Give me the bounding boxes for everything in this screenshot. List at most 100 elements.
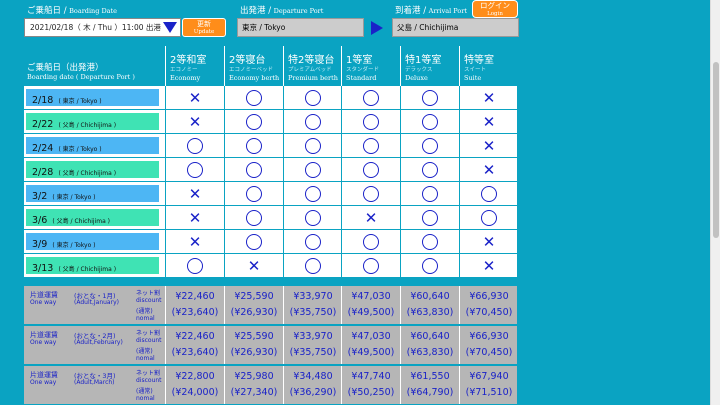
- available-cell[interactable]: [401, 86, 459, 110]
- discount-fare: ¥66,930: [469, 331, 509, 342]
- available-cell[interactable]: [342, 86, 400, 110]
- available-circle-icon: [363, 90, 379, 106]
- available-cell[interactable]: [460, 206, 518, 230]
- date-row: 2/24 ( 東京 / Tokyo ) ✕: [24, 134, 517, 158]
- arrival-port-select[interactable]: 父島 / Chichijima: [392, 18, 519, 37]
- available-cell[interactable]: [166, 254, 224, 278]
- fare-cell: ¥67,940 (¥71,510): [459, 366, 517, 404]
- available-cell[interactable]: [342, 182, 400, 206]
- available-cell[interactable]: [166, 134, 224, 158]
- arrival-label-jp: 到着港 /: [395, 6, 427, 16]
- available-cell[interactable]: [401, 206, 459, 230]
- date-button[interactable]: 2/28 ( 父島 / Chichijima ): [26, 161, 159, 178]
- available-cell[interactable]: [401, 182, 459, 206]
- available-circle-icon: [422, 186, 438, 202]
- discount-fare: ¥22,460: [175, 291, 215, 302]
- available-cell[interactable]: [342, 254, 400, 278]
- date-button[interactable]: 3/9 ( 東京 / Tokyo ): [26, 233, 159, 250]
- fare-cell: ¥61,550 (¥64,790): [400, 366, 458, 404]
- available-cell[interactable]: [284, 254, 342, 278]
- normal-fare: (¥50,250): [347, 387, 395, 398]
- available-circle-icon: [422, 234, 438, 250]
- login-button[interactable]: ログイン Login: [472, 0, 518, 18]
- normal-fare: (¥26,930): [230, 307, 278, 318]
- available-cell[interactable]: [284, 230, 342, 254]
- class-name-kana: デラックス: [405, 67, 433, 73]
- available-cell[interactable]: [342, 134, 400, 158]
- date-text: 3/9: [32, 239, 48, 250]
- date-text: 2/28: [32, 167, 54, 178]
- date-button[interactable]: 3/13 ( 父島 / Chichijima ): [26, 257, 159, 274]
- normal-fare: (¥49,500): [347, 347, 395, 358]
- available-cell[interactable]: [225, 158, 283, 182]
- available-circle-icon: [422, 138, 438, 154]
- available-cell[interactable]: [225, 230, 283, 254]
- unavailable-cross-icon: ✕: [247, 257, 261, 275]
- available-cell[interactable]: [225, 86, 283, 110]
- available-circle-icon: [363, 138, 379, 154]
- fare-cell: ¥47,030 (¥49,500): [341, 326, 399, 364]
- available-cell[interactable]: [284, 134, 342, 158]
- available-cell[interactable]: [401, 134, 459, 158]
- date-button[interactable]: 3/6 ( 父島 / Chichijima ): [26, 209, 159, 226]
- normal-fare: (¥63,830): [406, 347, 454, 358]
- normal-fare: (¥36,290): [289, 387, 337, 398]
- discount-fare: ¥33,970: [293, 331, 333, 342]
- available-cell[interactable]: [284, 86, 342, 110]
- available-cell[interactable]: [342, 110, 400, 134]
- available-circle-icon: [481, 186, 497, 202]
- available-circle-icon: [363, 114, 379, 130]
- date-button[interactable]: 2/18 ( 東京 / Tokyo ): [26, 89, 159, 106]
- class-header: 1等室 スタンダード Standard: [341, 46, 399, 86]
- normal-fare: (¥70,450): [465, 347, 513, 358]
- class-name-en: Suite: [464, 74, 482, 82]
- departure-port-select[interactable]: 東京 / Tokyo: [237, 18, 364, 37]
- class-header: 特1等室 デラックス Deluxe: [400, 46, 458, 86]
- unavailable-cross-icon: ✕: [482, 89, 496, 107]
- available-cell[interactable]: [225, 134, 283, 158]
- available-cell[interactable]: [401, 254, 459, 278]
- date-button[interactable]: 3/2 ( 東京 / Tokyo ): [26, 185, 159, 202]
- class-name-jp: 2等寝台: [229, 55, 266, 66]
- available-cell[interactable]: [284, 206, 342, 230]
- date-text: 3/2: [32, 191, 48, 202]
- port-text: ( 東京 / Tokyo ): [58, 98, 102, 105]
- available-circle-icon: [422, 90, 438, 106]
- date-text: 2/22: [32, 119, 54, 130]
- available-cell[interactable]: [225, 110, 283, 134]
- class-name-jp: 2等和室: [170, 55, 207, 66]
- available-cell[interactable]: [401, 110, 459, 134]
- update-button[interactable]: 更新 Update: [182, 18, 226, 37]
- vertical-scrollbar[interactable]: [710, 0, 720, 405]
- unavailable-cell: ✕: [460, 254, 518, 278]
- class-name-jp: 特1等室: [405, 55, 442, 66]
- available-cell[interactable]: [225, 206, 283, 230]
- available-cell[interactable]: [401, 230, 459, 254]
- available-cell[interactable]: [284, 110, 342, 134]
- date-row: 2/22 ( 父島 / Chichijima ) ✕ ✕: [24, 110, 517, 134]
- date-button[interactable]: 2/24 ( 東京 / Tokyo ): [26, 137, 159, 154]
- available-cell[interactable]: [166, 158, 224, 182]
- available-cell[interactable]: [284, 158, 342, 182]
- unavailable-cell: ✕: [166, 86, 224, 110]
- available-cell[interactable]: [225, 182, 283, 206]
- scrollbar-thumb[interactable]: [713, 62, 719, 238]
- available-circle-icon: [305, 162, 321, 178]
- oneway-label-en: One way: [30, 339, 57, 346]
- fare-cell: ¥34,480 (¥36,290): [283, 366, 341, 404]
- boarding-date-select[interactable]: 2021/02/18（ 木 / Thu ）11:00 出港: [24, 18, 181, 37]
- normal-label: (通常) nomal: [136, 348, 155, 362]
- available-cell[interactable]: [460, 182, 518, 206]
- available-cell[interactable]: [401, 158, 459, 182]
- available-cell[interactable]: [342, 158, 400, 182]
- normal-fare: (¥26,930): [230, 347, 278, 358]
- available-circle-icon: [305, 114, 321, 130]
- date-button[interactable]: 2/22 ( 父島 / Chichijima ): [26, 113, 159, 130]
- available-cell[interactable]: [284, 182, 342, 206]
- unavailable-cell: ✕: [460, 86, 518, 110]
- fare-cell: ¥25,980 (¥27,340): [224, 366, 282, 404]
- available-cell[interactable]: [342, 230, 400, 254]
- dropdown-arrow-icon[interactable]: [163, 22, 177, 33]
- fare-row: 片道運賃 One way (おとな・1月) (Adult,January) ネッ…: [24, 286, 517, 324]
- discount-fare: ¥60,640: [410, 331, 450, 342]
